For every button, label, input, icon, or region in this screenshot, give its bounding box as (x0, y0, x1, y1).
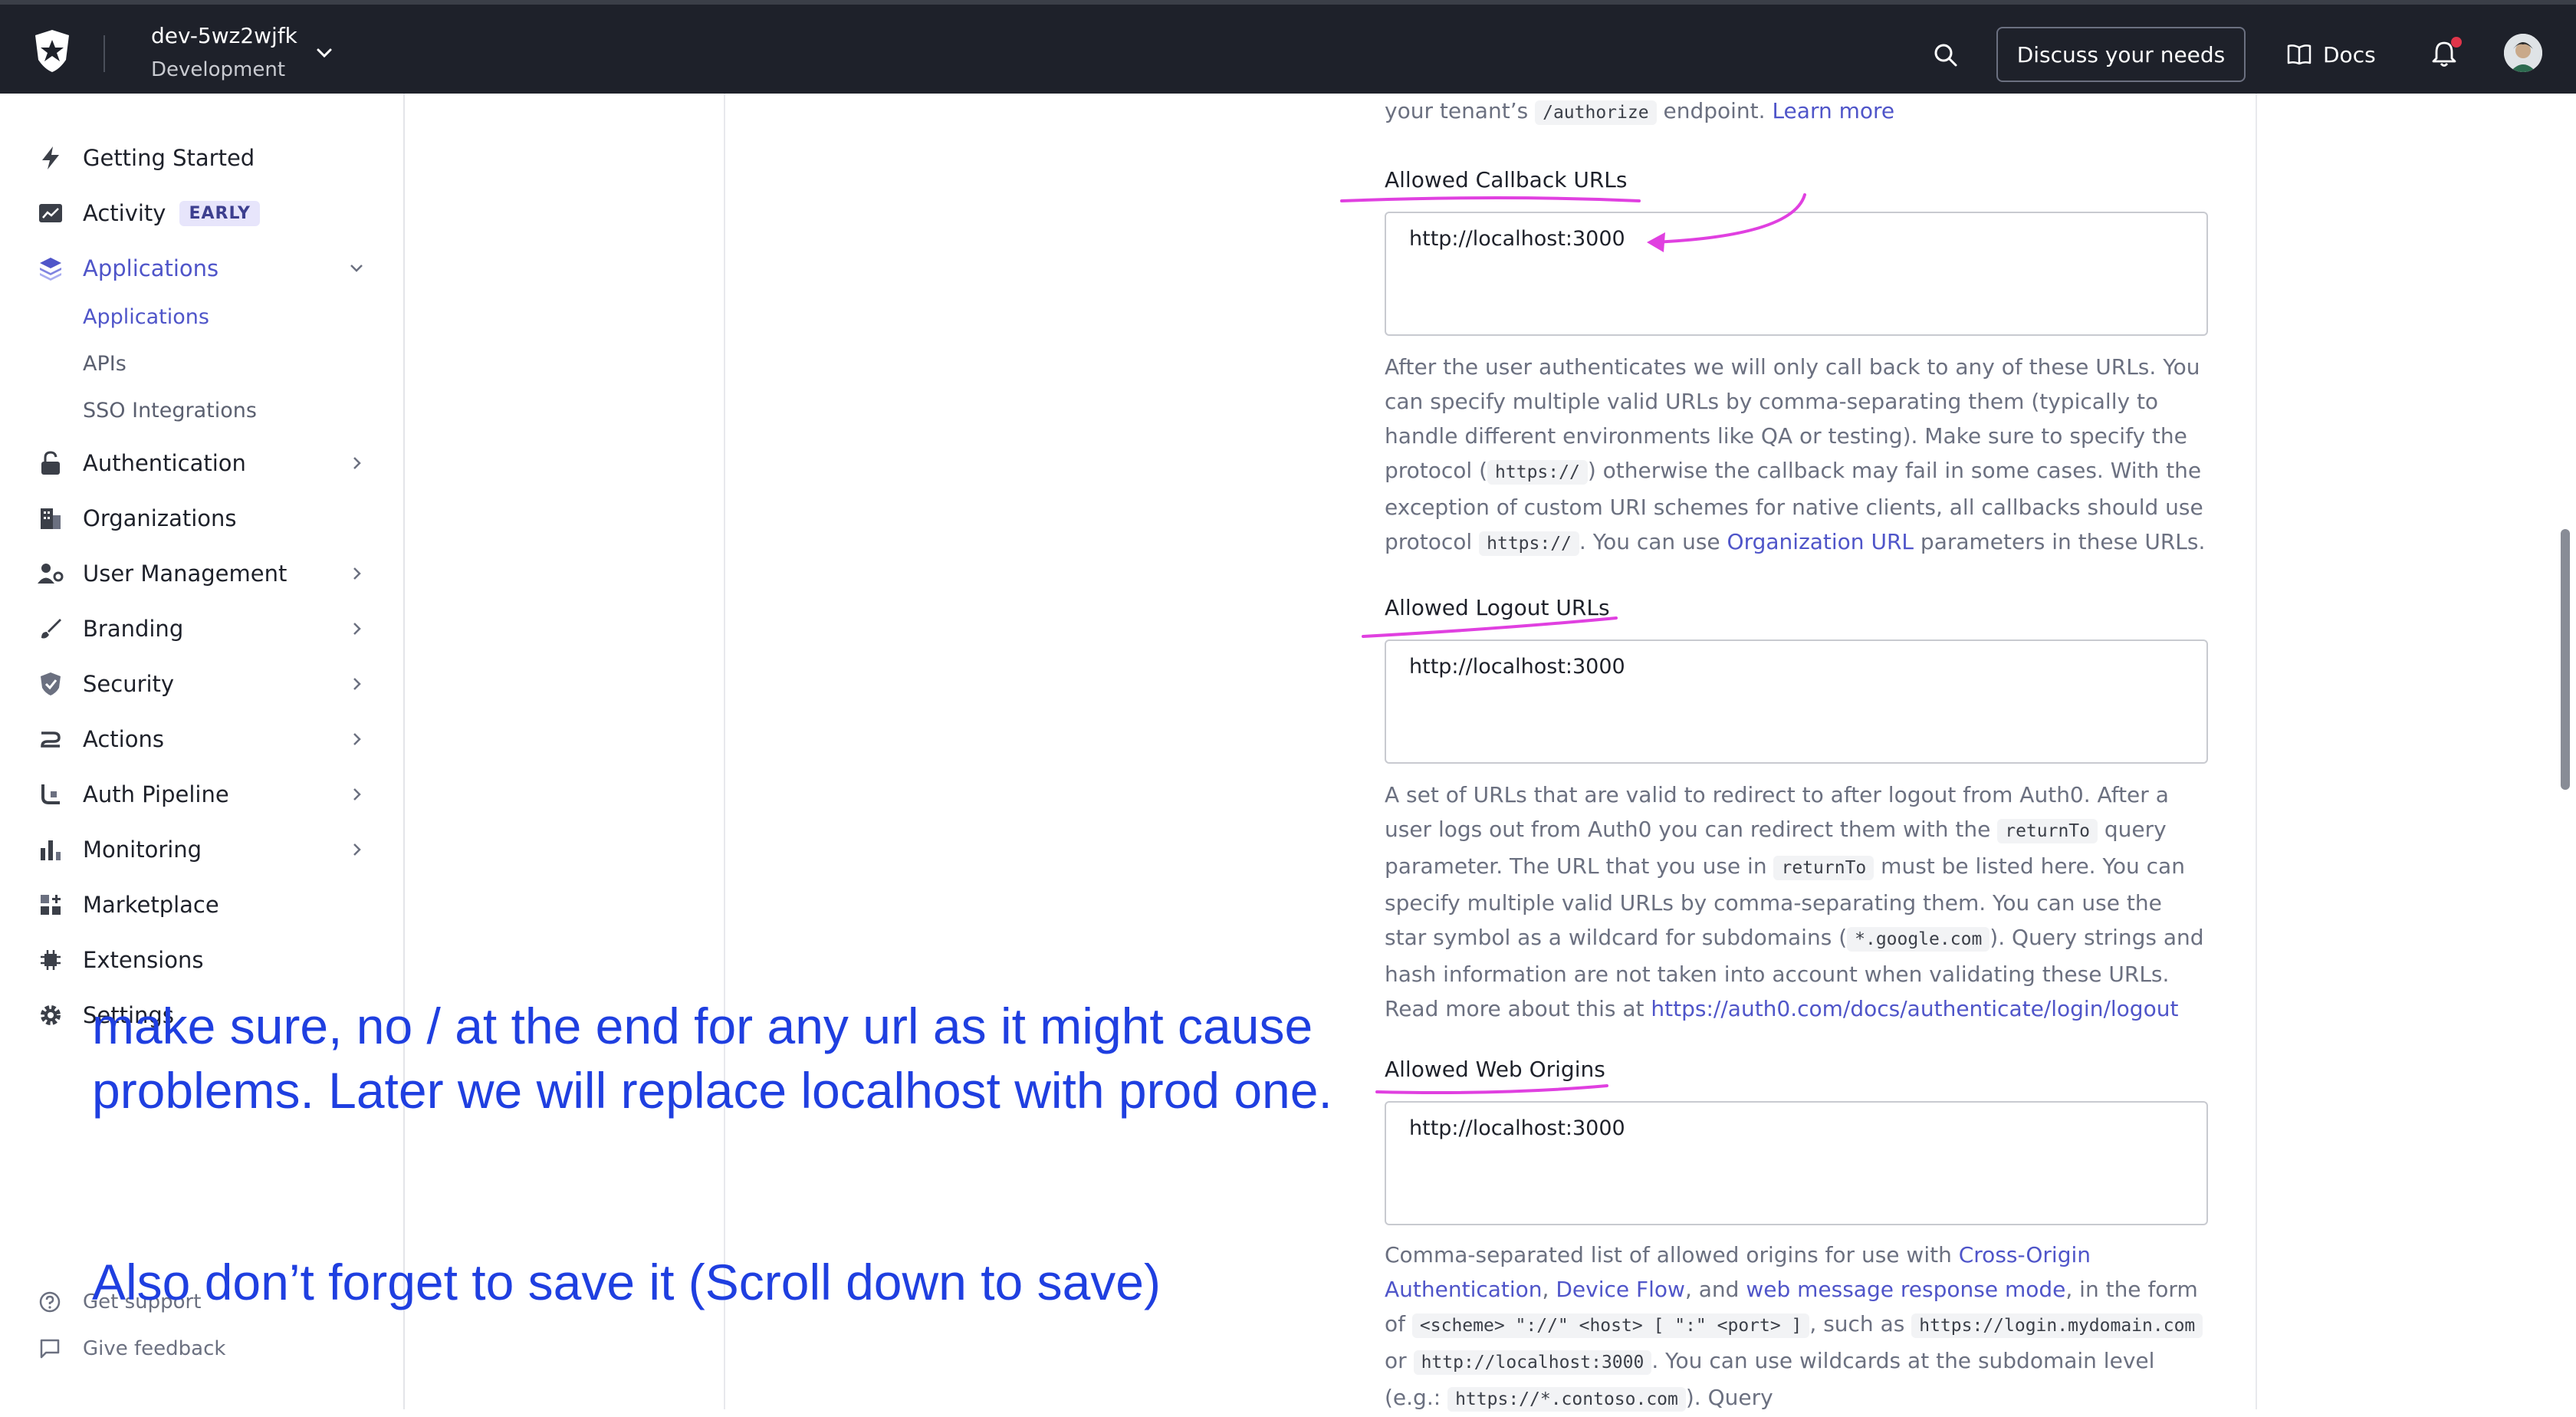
web-origins-label: Allowed Web Origins (1385, 1057, 1605, 1082)
sidebar-subitem-applications[interactable]: Applications (83, 305, 209, 329)
sidebar-item-label: Authentication (83, 450, 246, 476)
sidebar-item-branding[interactable]: Branding (35, 610, 183, 647)
web-origins-textarea[interactable]: http://localhost:3000 (1385, 1101, 2208, 1225)
annotation-line-2: problems. Later we will replace localhos… (92, 1062, 1332, 1119)
sidebar-subitem-apis[interactable]: APIs (83, 352, 127, 376)
device-flow-link[interactable]: Device Flow (1556, 1277, 1685, 1302)
search-icon[interactable] (1932, 41, 1960, 69)
help-circle-icon (37, 1289, 63, 1315)
give-feedback-link[interactable]: Give feedback (37, 1333, 225, 1364)
layers-icon (35, 253, 66, 284)
sidebar-item-label: Security (83, 671, 175, 697)
sidebar-item-getting-started[interactable]: Getting Started (35, 140, 255, 176)
callback-help-text: After the user authenticates we will onl… (1385, 354, 2206, 556)
sidebar-item-label: Applications (83, 255, 219, 281)
sidebar-item-label: Auth Pipeline (83, 781, 229, 807)
sidebar-item-label: Monitoring (83, 837, 202, 863)
origins-help-text: Comma-separated list of allowed origins … (1385, 1238, 2210, 1417)
annotation-line-3: Also don’t forget to save it (Scroll dow… (92, 1254, 1161, 1310)
sidebar-item-label: Getting Started (83, 145, 255, 171)
avatar-image (2504, 34, 2542, 72)
docs-link[interactable]: Docs (2286, 39, 2376, 70)
auth0-logo-icon[interactable] (29, 28, 75, 74)
chevron-right-icon[interactable] (347, 453, 366, 473)
lock-icon (35, 448, 66, 478)
top-divider (104, 35, 105, 72)
annotation-line-1: make sure, no / at the end for any url a… (92, 998, 1313, 1054)
web-message-link[interactable]: web message response mode (1746, 1277, 2065, 1302)
marketplace-icon (35, 889, 66, 920)
lightning-icon (35, 143, 66, 173)
organization-url-link[interactable]: Organization URL (1727, 529, 1914, 554)
tenant-name[interactable]: dev-5wz2wjfk (151, 23, 297, 48)
learn-more-link[interactable]: Learn more (1772, 98, 1894, 123)
tenant-environment[interactable]: Development (151, 58, 285, 81)
actions-icon (35, 724, 66, 755)
authorize-help-text: your tenant’s /authorize endpoint. Learn… (1385, 98, 1895, 125)
sidebar-item-label: User Management (83, 561, 288, 587)
column-divider-right (2256, 94, 2257, 1409)
early-badge: EARLY (179, 200, 260, 226)
sidebar-item-actions[interactable]: Actions (35, 721, 164, 758)
logout-urls-label: Allowed Logout URLs (1385, 595, 1610, 620)
sidebar-item-label: Marketplace (83, 892, 219, 918)
sidebar-item-label: Organizations (83, 505, 237, 531)
chevron-right-icon[interactable] (347, 840, 366, 860)
chevron-right-icon[interactable] (347, 784, 366, 804)
sidebar-item-auth-pipeline[interactable]: Auth Pipeline (35, 776, 229, 813)
sidebar-item-label: Extensions (83, 947, 204, 973)
logout-help-text: A set of URLs that are valid to redirect… (1385, 782, 2204, 1021)
sidebar-item-monitoring[interactable]: Monitoring (35, 831, 202, 868)
chevron-right-icon[interactable] (347, 729, 366, 749)
sidebar-item-extensions[interactable]: Extensions (35, 942, 203, 978)
book-icon (2287, 44, 2312, 65)
chevron-down-icon[interactable] (347, 258, 366, 278)
sidebar-item-organizations[interactable]: Organizations (35, 500, 237, 537)
sidebar-item-label: Branding (83, 616, 184, 642)
message-icon (37, 1336, 63, 1362)
sidebar-item-marketplace[interactable]: Marketplace (35, 886, 219, 923)
avatar[interactable] (2504, 34, 2542, 72)
sidebar-item-label: Activity (83, 200, 166, 226)
sidebar-subitem-sso[interactable]: SSO Integrations (83, 399, 257, 422)
bar-chart-icon (35, 834, 66, 865)
discuss-needs-button[interactable]: Discuss your needs (1996, 27, 2246, 82)
sidebar-item-security[interactable]: Security (35, 666, 174, 702)
logout-docs-link[interactable]: https://auth0.com/docs/authenticate/logi… (1651, 996, 2178, 1021)
callback-urls-label: Allowed Callback URLs (1385, 167, 1628, 192)
scrollbar[interactable] (2561, 529, 2570, 790)
sidebar-item-user-management[interactable]: User Management (35, 555, 287, 592)
chevron-right-icon[interactable] (347, 564, 366, 584)
column-divider (724, 94, 725, 1409)
brush-icon (35, 613, 66, 644)
docs-label: Docs (2323, 41, 2376, 67)
gear-icon (35, 1000, 66, 1031)
chevron-right-icon[interactable] (347, 619, 366, 639)
chip-icon (35, 945, 66, 975)
code-authorize: /authorize (1535, 100, 1657, 125)
shield-icon (35, 669, 66, 699)
sidebar-item-label: Actions (83, 726, 164, 752)
pipeline-icon (35, 779, 66, 810)
chevron-down-icon[interactable] (314, 43, 334, 63)
sidebar-item-applications[interactable]: Applications (35, 250, 219, 287)
chevron-right-icon[interactable] (347, 674, 366, 694)
callback-urls-textarea[interactable]: http://localhost:3000 (1385, 212, 2208, 336)
user-gear-icon (35, 558, 66, 589)
building-icon (35, 503, 66, 534)
activity-chart-icon (35, 198, 66, 228)
give-feedback-label: Give feedback (83, 1337, 226, 1360)
logout-urls-textarea[interactable]: http://localhost:3000 (1385, 639, 2208, 764)
sidebar-item-activity[interactable]: Activity EARLY (35, 195, 260, 232)
sidebar-item-authentication[interactable]: Authentication (35, 445, 246, 482)
top-bar: dev-5wz2wjfk Development Discuss your ne… (0, 0, 2576, 94)
notification-dot (2451, 37, 2462, 48)
